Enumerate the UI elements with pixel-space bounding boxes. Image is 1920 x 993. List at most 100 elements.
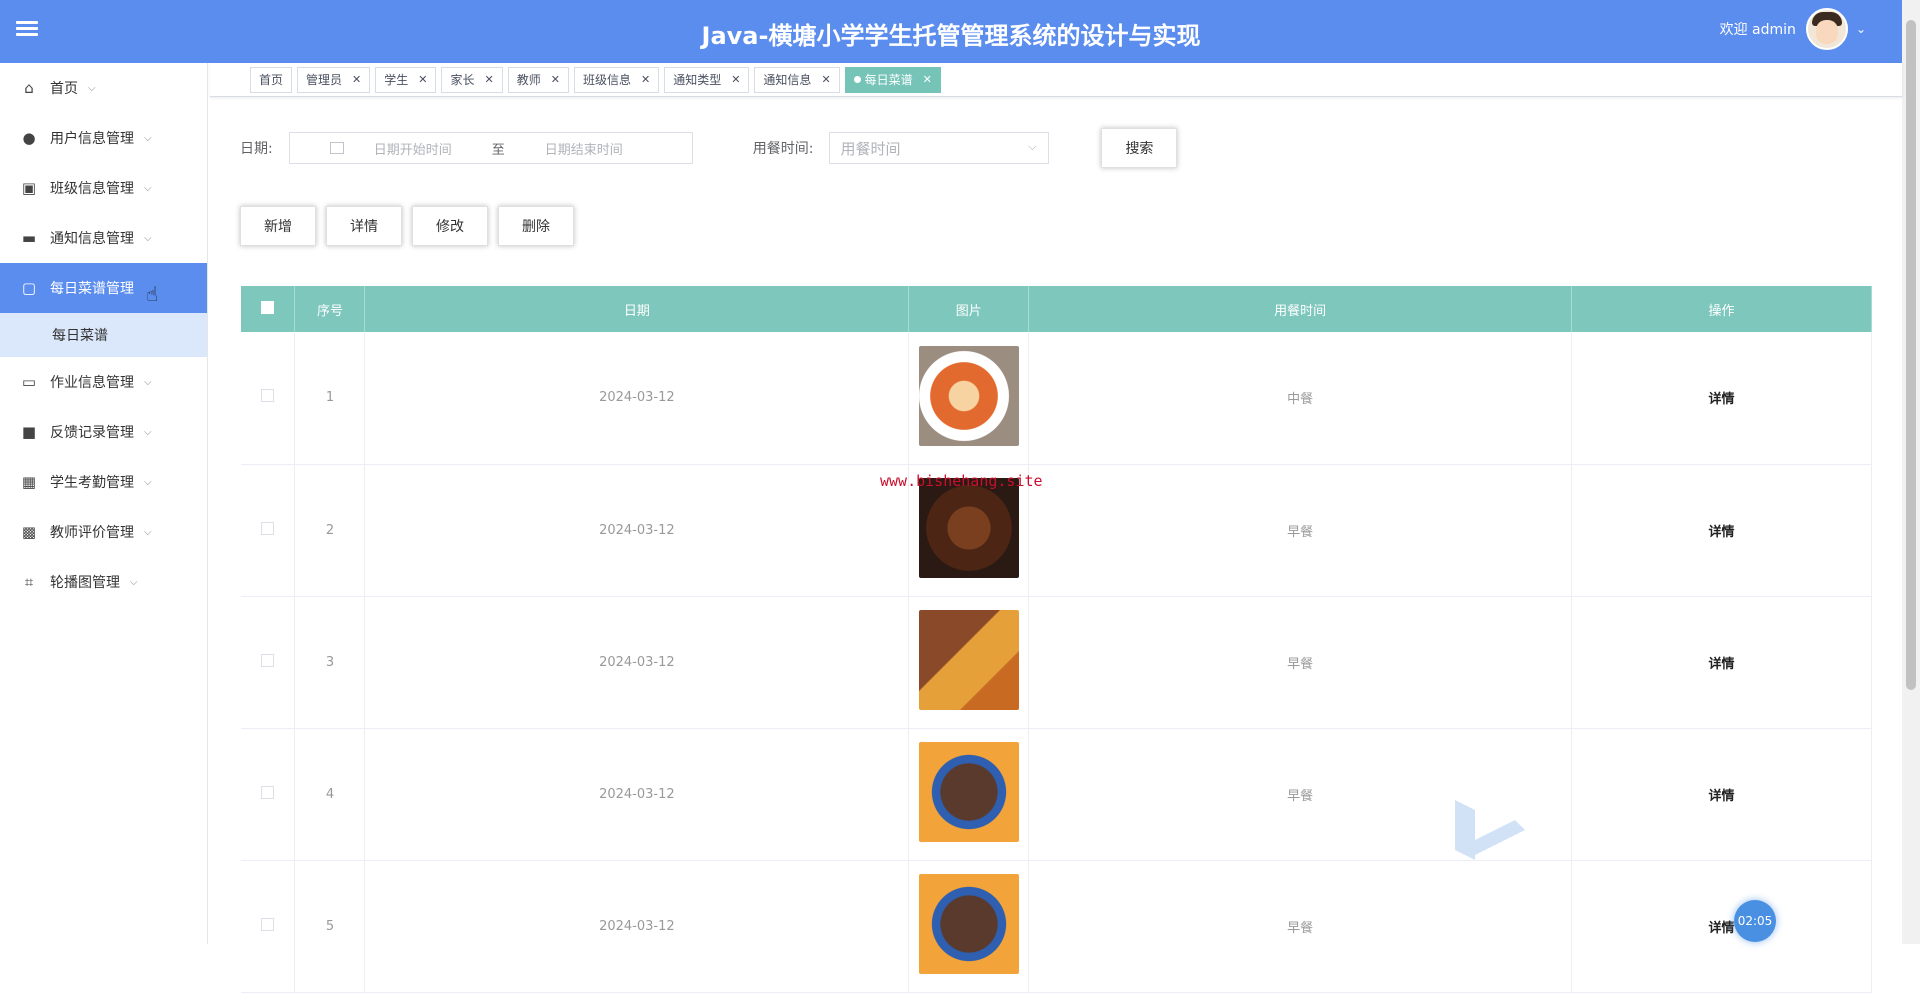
tab-label: 教师: [516, 73, 541, 87]
detail-link[interactable]: 详情: [1571, 596, 1872, 729]
submenu-item-daily-menu[interactable]: 每日菜谱: [0, 313, 207, 357]
hamburger-menu-icon[interactable]: [16, 18, 38, 40]
table-row[interactable]: 5 2024-03-12 早餐 详情: [241, 860, 1872, 993]
avatar[interactable]: [1805, 8, 1848, 50]
close-icon[interactable]: ✕: [923, 73, 932, 86]
search-button[interactable]: 搜索: [1101, 128, 1178, 168]
cell-date: 2024-03-12: [364, 596, 910, 729]
date-end-input[interactable]: 日期结束时间: [545, 139, 623, 158]
tab-label: 家长: [450, 73, 475, 87]
sidebar-item-homework-info[interactable]: ▭ 作业信息管理 ⌵: [0, 357, 207, 407]
close-icon[interactable]: ✕: [418, 73, 427, 86]
tab-teacher[interactable]: 教师 ✕: [507, 66, 569, 93]
dish-image[interactable]: [918, 874, 1019, 974]
close-icon[interactable]: ✕: [352, 73, 361, 86]
table-row[interactable]: 2 2024-03-12 早餐 详情: [241, 464, 1872, 597]
sidebar-item-class-info[interactable]: ▣ 班级信息管理 ⌵: [0, 163, 207, 213]
detail-link[interactable]: 详情: [1571, 332, 1872, 465]
meal-time-placeholder: 用餐时间: [840, 139, 901, 158]
chevron-down-icon: ⌵: [88, 82, 96, 94]
cell-meal-time: 中餐: [1028, 332, 1573, 465]
chevron-down-icon: ⌵: [144, 232, 152, 244]
date-start-input[interactable]: 日期开始时间: [374, 139, 452, 158]
select-all-cell: [241, 286, 296, 332]
row-checkbox[interactable]: [261, 917, 275, 931]
sidebar-item-home[interactable]: ⌂ 首页 ⌵: [0, 63, 207, 113]
close-icon[interactable]: ✕: [551, 73, 560, 86]
table-row[interactable]: 3 2024-03-12 早餐 详情: [241, 596, 1872, 729]
sidebar-item-label: 作业信息管理: [50, 375, 134, 391]
tab-label: 通知类型: [673, 73, 722, 87]
chevron-down-icon: ⌵: [144, 426, 152, 438]
tab-student[interactable]: 学生 ✕: [375, 66, 437, 93]
cell-meal-time: 早餐: [1028, 464, 1573, 597]
delete-button[interactable]: 删除: [498, 206, 574, 246]
detail-button[interactable]: 详情: [326, 206, 402, 246]
row-checkbox[interactable]: [261, 521, 275, 535]
row-checkbox[interactable]: [261, 785, 275, 799]
attendance-icon: ▦: [21, 473, 37, 491]
detail-link[interactable]: 详情: [1571, 728, 1872, 861]
dish-image[interactable]: [918, 610, 1019, 710]
sidebar-item-label: 用户信息管理: [50, 131, 134, 147]
chevron-down-icon: ⌵: [144, 526, 152, 538]
sidebar-item-label: 班级信息管理: [50, 181, 134, 197]
sidebar-item-attendance[interactable]: ▦ 学生考勤管理 ⌵: [0, 457, 207, 507]
chevron-down-icon: ⌵: [130, 576, 138, 588]
cell-index: 2: [294, 464, 366, 597]
tab-notice-info[interactable]: 通知信息 ✕: [754, 66, 840, 93]
user-icon: ●: [22, 129, 36, 147]
homework-icon: ▭: [21, 373, 37, 391]
cell-index: 4: [294, 728, 366, 861]
chevron-down-icon: ⌵: [144, 132, 152, 144]
tab-notice-type[interactable]: 通知类型 ✕: [664, 66, 750, 93]
dish-image[interactable]: [918, 478, 1019, 578]
sidebar-item-user-info[interactable]: ● 用户信息管理 ⌵: [0, 113, 207, 163]
close-icon[interactable]: ✕: [821, 73, 830, 86]
chevron-down-icon[interactable]: ⌄: [1856, 22, 1866, 36]
home-icon: ⌂: [24, 79, 34, 97]
close-icon[interactable]: ✕: [485, 73, 494, 86]
close-icon[interactable]: ✕: [641, 73, 650, 86]
tab-label: 班级信息: [582, 73, 631, 87]
tab-admin[interactable]: 管理员 ✕: [297, 66, 371, 93]
close-icon[interactable]: ✕: [731, 73, 740, 86]
row-checkbox[interactable]: [261, 389, 275, 403]
scrollbar-thumb[interactable]: [1906, 20, 1916, 690]
dish-image[interactable]: [918, 345, 1019, 446]
column-header-image: 图片: [908, 286, 1030, 332]
sidebar-item-teacher-evaluation[interactable]: ▩ 教师评价管理 ⌵: [0, 507, 207, 557]
sidebar-item-label: 学生考勤管理: [50, 475, 134, 491]
cell-date: 2024-03-12: [364, 464, 910, 597]
cell-index: 5: [294, 860, 366, 993]
add-button[interactable]: 新增: [240, 206, 316, 246]
row-checkbox[interactable]: [261, 653, 275, 667]
sidebar-item-carousel[interactable]: ⌗ 轮播图管理 ⌵: [0, 557, 207, 607]
sidebar-item-notice-info[interactable]: ▬ 通知信息管理 ⌵: [0, 213, 207, 263]
tab-daily-menu[interactable]: 每日菜谱 ✕: [844, 66, 941, 93]
tab-parent[interactable]: 家长 ✕: [441, 66, 503, 93]
select-all-checkbox[interactable]: [261, 300, 275, 314]
edit-button[interactable]: 修改: [412, 206, 488, 246]
tab-home[interactable]: 首页: [250, 66, 293, 93]
sidebar: ⌂ 首页 ⌵ ● 用户信息管理 ⌵ ▣ 班级信息管理 ⌵ ▬ 通知信息管理 ⌵ …: [0, 63, 208, 944]
detail-link[interactable]: 详情: [1571, 860, 1872, 993]
tab-class-info[interactable]: 班级信息 ✕: [573, 66, 660, 93]
search-form: 日期: 日期开始时间 至 日期结束时间 用餐时间: 用餐时间 ⌵ 搜索: [240, 128, 1178, 168]
user-menu[interactable]: 欢迎 admin ⌄: [1720, 8, 1866, 50]
cell-meal-time: 早餐: [1028, 860, 1573, 993]
cell-image: [908, 596, 1030, 729]
carousel-icon: ⌗: [24, 573, 34, 591]
sidebar-item-feedback[interactable]: ■ 反馈记录管理 ⌵: [0, 407, 207, 457]
sidebar-item-label: 首页: [50, 81, 78, 97]
meal-time-select[interactable]: 用餐时间 ⌵: [829, 132, 1050, 164]
table-row[interactable]: 4 2024-03-12 早餐 详情: [241, 728, 1872, 861]
table-row[interactable]: 1 2024-03-12 中餐 详情: [241, 332, 1872, 465]
detail-link[interactable]: 详情: [1571, 464, 1872, 597]
date-range-picker[interactable]: 日期开始时间 至 日期结束时间: [288, 132, 693, 164]
column-header-operation: 操作: [1571, 286, 1872, 332]
page-scrollbar[interactable]: [1902, 0, 1920, 944]
dish-image[interactable]: [918, 742, 1019, 842]
sidebar-item-daily-menu[interactable]: ▢ 每日菜谱管理: [0, 263, 207, 313]
cell-date: 2024-03-12: [364, 728, 910, 861]
